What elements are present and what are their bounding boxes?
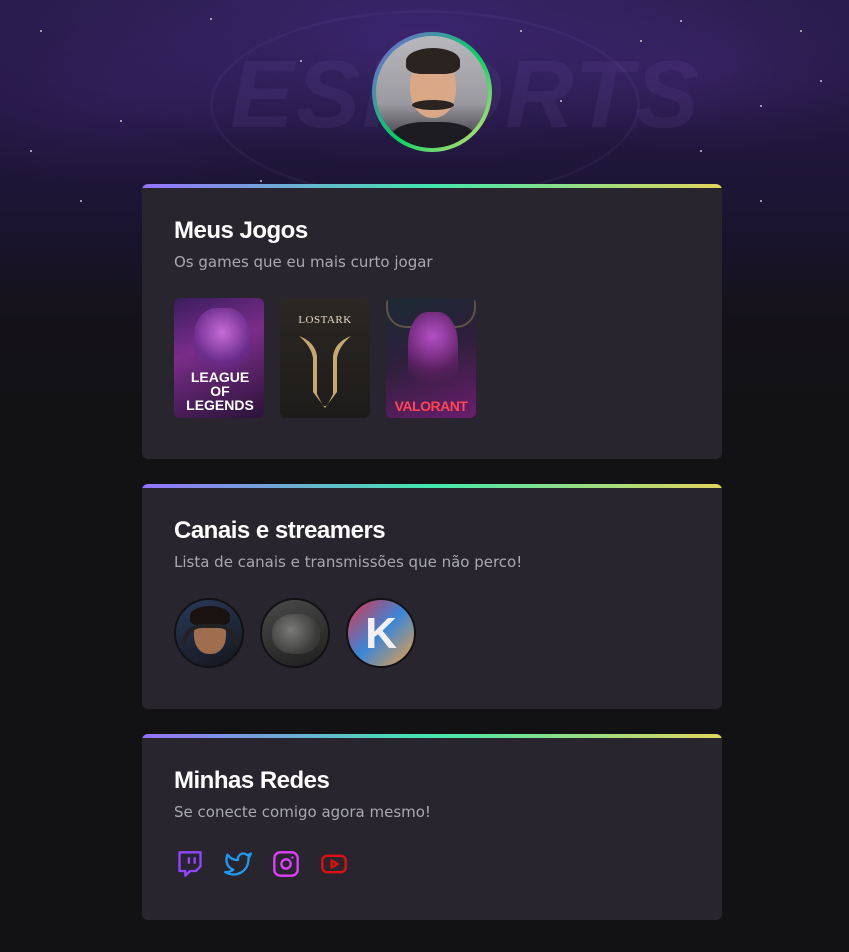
game-league-of-legends[interactable]: LEAGUE OF LEGENDS: [174, 298, 264, 418]
game-lost-ark[interactable]: LOSTARK: [280, 298, 370, 418]
channels-subtitle: Lista de canais e transmissões que não p…: [174, 553, 523, 571]
games-subtitle: Os games que eu mais curto jogar: [174, 253, 433, 271]
youtube-icon[interactable]: [318, 848, 350, 880]
twitch-icon[interactable]: [174, 848, 206, 880]
social-links: [174, 848, 690, 880]
channels-title: Canais e streamers: [174, 517, 386, 544]
games-card: Meus Jogos Os games que eu mais curto jo…: [142, 184, 722, 459]
games-list: LEAGUE OF LEGENDS LOSTARK VALORANT: [174, 298, 690, 418]
social-subtitle: Se conecte comigo agora mesmo!: [174, 803, 431, 821]
channels-card: Canais e streamers Lista de canais e tra…: [142, 484, 722, 709]
instagram-icon[interactable]: [270, 848, 302, 880]
channel-avatar-3[interactable]: K: [346, 598, 416, 668]
social-title: Minhas Redes: [174, 767, 330, 794]
social-card: Minhas Redes Se conecte comigo agora mes…: [142, 734, 722, 920]
twitter-icon[interactable]: [222, 848, 254, 880]
channel-avatar-1[interactable]: [174, 598, 244, 668]
game-valorant[interactable]: VALORANT: [386, 298, 476, 418]
games-title: Meus Jogos: [174, 217, 308, 244]
channel-avatar-2[interactable]: [260, 598, 330, 668]
channels-list: K: [174, 598, 690, 668]
profile-avatar[interactable]: [372, 32, 492, 152]
avatar-photo: [376, 36, 488, 148]
lol-logo: LEAGUE OF LEGENDS: [186, 369, 254, 413]
lostark-logo: LOSTARK: [298, 314, 352, 326]
lostark-emblem-icon: [299, 336, 351, 408]
valorant-logo: VALORANT: [394, 398, 468, 414]
